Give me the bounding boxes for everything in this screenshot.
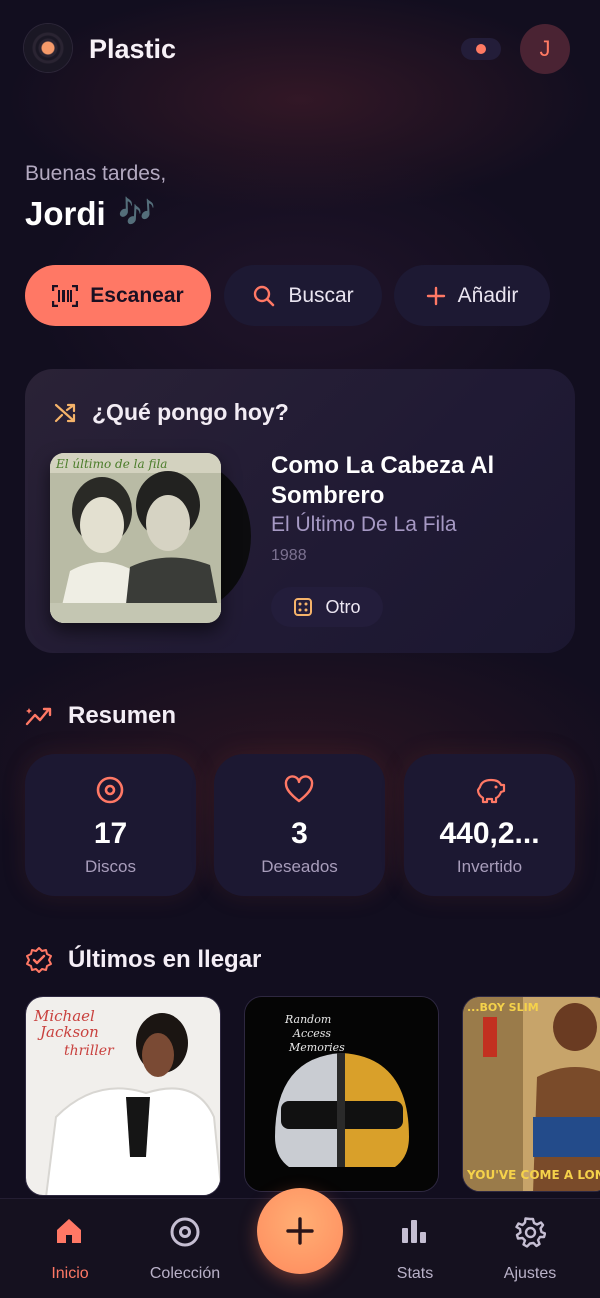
dice-icon [294,598,313,616]
latest-album-3[interactable]: ...BOY SLIM YOU'VE COME A LONG WA [462,996,600,1192]
nav-label: Colección [149,1265,221,1282]
nav-label: Ajustes [503,1265,557,1282]
svg-text:Random: Random [284,1013,331,1026]
plus-icon [426,286,445,305]
search-button[interactable]: Buscar [224,265,382,326]
stat-label: Invertido [456,857,523,876]
album-year: 1988 [271,547,307,564]
suggestion-card: ¿Qué pongo hoy? El último de la fila Com… [25,369,575,653]
suggestion-title: ¿Qué pongo hoy? [92,399,289,425]
summary-title: Resumen [68,702,177,729]
user-name: Jordi [25,195,106,232]
album-cover[interactable]: El último de la fila [50,453,221,623]
search-icon [254,285,275,306]
scan-label: Escanear [90,283,184,307]
disc-icon [170,1217,200,1247]
barcode-icon [52,284,79,307]
disc-icon [96,776,124,804]
music-notes-icon: 🎶 [118,196,156,229]
add-fab-button[interactable] [257,1188,343,1274]
other-label: Otro [325,596,361,617]
cover-text: El último de la fila [55,457,167,471]
svg-text:Memories: Memories [288,1041,345,1054]
nav-label: Stats [396,1265,434,1282]
nav-stats[interactable]: Stats [355,1199,475,1298]
latest-album-2[interactable]: Random Access Memories [244,996,439,1192]
piggy-bank-icon [476,778,506,804]
latest-album-1[interactable]: Michael Jackson thriller [25,996,221,1196]
stat-invested[interactable]: 440,2... Invertido [404,754,575,896]
app-header: Plastic J [24,24,576,74]
svg-text:thriller: thriller [64,1043,115,1059]
other-suggestion-button[interactable]: Otro [271,587,383,627]
svg-text:Jackson: Jackson [37,1023,99,1041]
home-icon [57,1219,81,1243]
bar-chart-icon [402,1220,426,1243]
nav-collection[interactable]: Colección [125,1199,245,1298]
stat-label: Deseados [261,857,338,876]
nav-home[interactable]: Inicio [10,1199,130,1298]
album-title: Como La Cabeza Al Sombrero [271,452,495,509]
stat-value: 17 [93,817,128,850]
plus-icon [286,1217,314,1245]
gear-icon [515,1217,546,1248]
vinyl-logo-icon [24,24,72,72]
trending-icon [25,707,52,726]
stat-label: Discos [84,857,136,876]
nav-settings[interactable]: Ajustes [470,1199,590,1298]
latest-title: Últimos en llegar [68,946,262,973]
stat-value: 3 [291,817,308,850]
scan-button[interactable]: Escanear [25,265,211,326]
album-artist: El Último De La Fila [271,513,457,536]
svg-text:YOU'VE COME A LONG WA: YOU'VE COME A LONG WA [466,1168,600,1182]
badge-check-icon [26,947,52,973]
svg-text:...BOY SLIM: ...BOY SLIM [467,1001,539,1014]
shuffle-icon [54,403,76,423]
avatar[interactable]: J [520,24,570,74]
heart-icon [284,775,314,803]
add-label: Añadir [457,283,519,307]
stat-wanted[interactable]: 3 Deseados [214,754,385,896]
greeting-text: Buenas tardes, [25,162,167,185]
status-dot-icon [476,44,486,54]
status-pill[interactable] [461,38,501,60]
stat-value: 440,2... [439,817,540,850]
nav-label: Inicio [51,1265,89,1282]
search-label: Buscar [288,283,354,307]
app-title: Plastic [89,34,177,64]
add-button[interactable]: Añadir [394,265,550,326]
svg-text:Access: Access [292,1027,331,1040]
stat-discs[interactable]: 17 Discos [25,754,196,896]
